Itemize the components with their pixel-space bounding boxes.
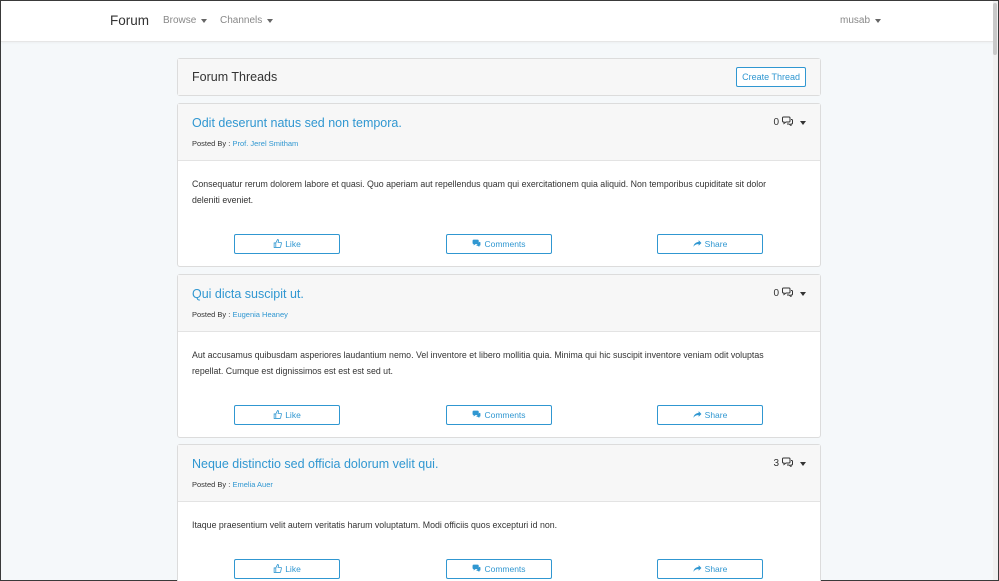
comments-label: Comments: [484, 564, 526, 574]
forum-threads-header-card: Forum Threads Create Thread: [177, 58, 821, 96]
share-label: Share: [704, 564, 728, 574]
share-icon: [693, 564, 702, 575]
create-thread-button[interactable]: Create Thread: [736, 67, 806, 87]
posted-by-prefix: Posted By :: [192, 310, 233, 319]
chevron-down-icon: [875, 19, 882, 23]
page-title: Forum Threads: [192, 70, 278, 84]
author-link[interactable]: Eugenia Heaney: [232, 310, 287, 319]
comments-label: Comments: [484, 410, 526, 420]
thumbs-up-icon: [273, 563, 283, 575]
posted-by: Posted By : Emelia Auer: [192, 480, 273, 489]
like-label: Like: [285, 239, 301, 249]
thread-body-area: Aut accusamus quibusdam asperiores lauda…: [178, 332, 820, 437]
page-scrollbar[interactable]: [993, 1, 998, 580]
reply-count-dropdown[interactable]: 0: [773, 287, 806, 300]
share-label: Share: [704, 410, 728, 420]
posted-by-prefix: Posted By :: [192, 139, 233, 148]
thread-body: Consequatur rerum dolorem labore et quas…: [192, 179, 767, 205]
like-button[interactable]: Like: [234, 234, 340, 254]
chevron-down-icon: [800, 292, 806, 296]
chevron-down-icon: [800, 121, 806, 125]
thumbs-up-icon: [273, 409, 283, 421]
reply-count-value: 0: [773, 288, 779, 299]
user-dropdown[interactable]: musab: [840, 15, 882, 26]
comments-icon: [782, 457, 793, 470]
brand-link[interactable]: Forum: [110, 13, 149, 28]
comments-button[interactable]: Comments: [446, 234, 552, 254]
posted-by-prefix: Posted By :: [192, 480, 233, 489]
posted-by: Posted By : Eugenia Heaney: [192, 310, 288, 319]
comments-icon: [472, 239, 481, 250]
chevron-down-icon: [201, 19, 208, 23]
reply-count-value: 0: [773, 117, 779, 128]
comments-icon: [472, 564, 481, 575]
scrollbar-thumb[interactable]: [993, 3, 997, 55]
share-button[interactable]: Share: [657, 405, 763, 425]
thread-card: Qui dicta suscipit ut. Posted By : Eugen…: [177, 274, 821, 438]
user-label: musab: [840, 15, 871, 26]
thread-header: Neque distinctio sed officia dolorum vel…: [178, 445, 820, 502]
thread-card: Odit deserunt natus sed non tempora. Pos…: [177, 103, 821, 267]
author-link[interactable]: Emelia Auer: [232, 480, 272, 489]
chevron-down-icon: [267, 19, 274, 23]
share-label: Share: [704, 239, 728, 249]
posted-by: Posted By : Prof. Jerel Smitham: [192, 139, 298, 148]
comments-label: Comments: [484, 239, 526, 249]
reply-count-dropdown[interactable]: 0: [773, 116, 806, 129]
top-navbar: Forum Browse Channels musab: [1, 1, 998, 42]
chevron-down-icon: [800, 462, 806, 466]
comments-icon: [782, 287, 793, 300]
like-label: Like: [285, 564, 301, 574]
thread-body: Itaque praesentium velit autem veritatis…: [192, 520, 558, 530]
browse-dropdown[interactable]: Browse: [163, 15, 208, 26]
like-label: Like: [285, 410, 301, 420]
channels-label: Channels: [220, 15, 263, 26]
thread-header: Odit deserunt natus sed non tempora. Pos…: [178, 104, 820, 161]
thumbs-up-icon: [273, 238, 283, 250]
comments-icon: [782, 116, 793, 129]
thread-title-link[interactable]: Neque distinctio sed officia dolorum vel…: [192, 457, 438, 471]
thread-header: Qui dicta suscipit ut. Posted By : Eugen…: [178, 275, 820, 332]
share-icon: [693, 239, 702, 250]
thread-title-link[interactable]: Qui dicta suscipit ut.: [192, 287, 304, 301]
thread-card: Neque distinctio sed officia dolorum vel…: [177, 444, 821, 581]
reply-count-value: 3: [773, 458, 779, 469]
thread-body-area: Consequatur rerum dolorem labore et quas…: [178, 161, 820, 266]
browse-label: Browse: [163, 15, 197, 26]
share-button[interactable]: Share: [657, 234, 763, 254]
share-icon: [693, 410, 702, 421]
channels-dropdown[interactable]: Channels: [220, 15, 274, 26]
share-button[interactable]: Share: [657, 559, 763, 579]
thread-body: Aut accusamus quibusdam asperiores lauda…: [192, 350, 764, 376]
comments-button[interactable]: Comments: [446, 559, 552, 579]
card-header: Forum Threads Create Thread: [178, 59, 820, 95]
reply-count-dropdown[interactable]: 3: [773, 457, 806, 470]
thread-body-area: Itaque praesentium velit autem veritatis…: [178, 502, 820, 581]
like-button[interactable]: Like: [234, 405, 340, 425]
author-link[interactable]: Prof. Jerel Smitham: [232, 139, 298, 148]
comments-icon: [472, 410, 481, 421]
like-button[interactable]: Like: [234, 559, 340, 579]
thread-title-link[interactable]: Odit deserunt natus sed non tempora.: [192, 116, 402, 130]
comments-button[interactable]: Comments: [446, 405, 552, 425]
